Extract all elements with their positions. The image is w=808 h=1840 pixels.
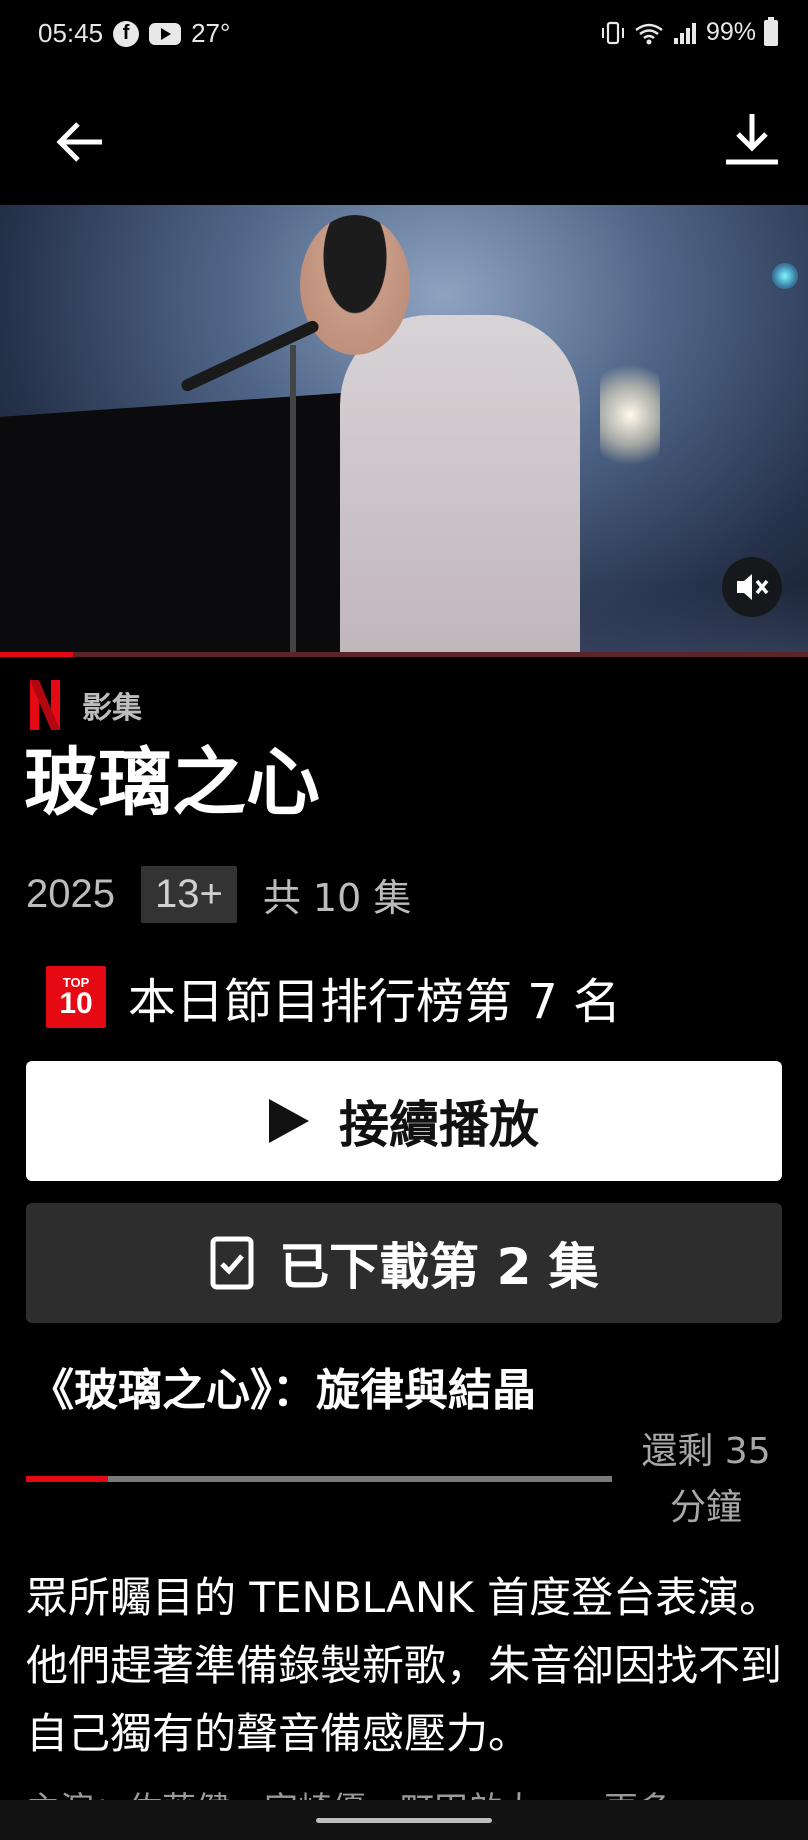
netflix-logo — [30, 680, 60, 730]
microphone — [179, 318, 321, 394]
time-remaining: 還剩 35 分鐘 — [641, 1431, 771, 1528]
battery-percent: 99% — [705, 18, 756, 46]
downloaded-button[interactable]: 已下載第 2 集 — [26, 1203, 782, 1323]
battery-icon — [764, 16, 778, 46]
release-year: 2025 — [26, 872, 115, 916]
show-title: 玻璃之心 — [24, 740, 320, 826]
stage-light-cyan — [772, 263, 798, 289]
home-gesture-handle[interactable] — [316, 1818, 492, 1823]
status-time: 05:45 — [38, 18, 104, 48]
performer — [340, 315, 580, 657]
stage-light — [600, 355, 660, 475]
download-icon[interactable] — [720, 108, 784, 172]
top-bar — [0, 92, 808, 192]
episode-progress-fill — [26, 1476, 109, 1482]
rank-text: 本日節目排行榜第 7 名 — [128, 974, 622, 1030]
status-left: 05:45 f 27° — [38, 18, 230, 49]
signal-icon — [673, 22, 696, 44]
top10-row: TOP 10 本日節目排行榜第 7 名 — [46, 962, 621, 1032]
system-nav-bar — [0, 1800, 808, 1840]
play-icon — [269, 1099, 309, 1143]
preview-progress-bar — [0, 652, 808, 657]
mute-button[interactable] — [722, 557, 782, 617]
content-type-label: 影集 — [82, 691, 142, 726]
back-arrow-icon[interactable] — [52, 112, 112, 172]
video-preview[interactable] — [0, 205, 808, 657]
synopsis: 眾所矚目的 TENBLANK 首度登台表演。他們趕著準備錄製新歌，朱音卻因找不到… — [26, 1573, 783, 1758]
downloaded-label: 已下載第 2 集 — [279, 1238, 599, 1296]
device-check-icon — [210, 1236, 254, 1290]
play-label: 接續播放 — [339, 1096, 539, 1154]
facebook-icon: f — [113, 20, 140, 47]
performer-head — [300, 215, 410, 355]
status-temperature: 27° — [191, 18, 231, 48]
mute-icon — [737, 574, 769, 600]
episode-count: 共 10 集 — [262, 876, 412, 920]
vibrate-icon — [601, 21, 624, 44]
piano — [0, 391, 360, 657]
preview-progress-fill — [0, 652, 73, 657]
maturity-rating: 13+ — [140, 866, 237, 923]
youtube-icon — [149, 22, 182, 45]
top10-icon: TOP 10 — [46, 966, 106, 1028]
episode-progress-bar — [26, 1476, 612, 1482]
wifi-icon — [635, 23, 663, 44]
series-label-row: 影集 — [28, 680, 142, 730]
status-bar: 05:45 f 27° 99% — [0, 0, 808, 72]
mic-stand — [290, 345, 296, 657]
meta-row: 2025 13+ 共 10 集 — [26, 866, 411, 923]
resume-play-button[interactable]: 接續播放 — [26, 1061, 782, 1181]
episode-title: 《玻璃之心》：旋律與結晶 — [30, 1365, 536, 1416]
status-right: 99% — [600, 16, 778, 47]
